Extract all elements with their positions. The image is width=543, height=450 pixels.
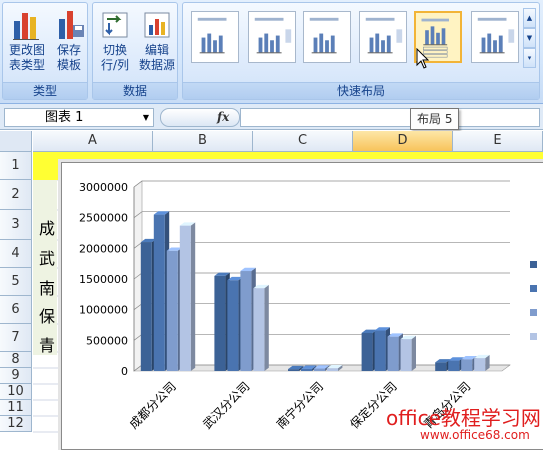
chart-layout-2[interactable] (248, 11, 296, 63)
y-tick-label: 2000000 (79, 242, 128, 255)
switch-row-column-button[interactable]: 切换 行/列 (93, 7, 137, 81)
group-data-label: 数据 (93, 82, 177, 99)
save-template-button[interactable]: 保存 模板 (47, 7, 91, 81)
layout-tooltip: 布局 5 (410, 108, 460, 130)
legend-key-4 (530, 333, 537, 340)
gallery-more-button[interactable]: ▾ (523, 48, 536, 68)
change-chart-type-label-1: 更改图 (8, 43, 45, 57)
cell-a-text-4: 保 (39, 307, 56, 326)
watermark-title: office教程学习网 (386, 406, 541, 430)
chart-layout-3[interactable] (303, 11, 351, 63)
y-tick-label: 2500000 (79, 212, 128, 225)
chart-layout-4[interactable] (359, 11, 407, 63)
select-data-icon (144, 12, 170, 38)
bar-5-4[interactable] (474, 354, 490, 371)
change-chart-type-icon (13, 13, 39, 40)
switch-row-column-icon (102, 12, 128, 38)
select-all-corner[interactable] (0, 131, 32, 152)
y-tick-label: 500000 (86, 334, 128, 347)
legend-key-1 (530, 261, 537, 268)
group-type: 更改图 表类型 保存 模板 类型 (2, 2, 88, 100)
ribbon: 更改图 表类型 保存 模板 类型 切换 行/列 编辑 数据源 数据 ▲ ▼ ▾ … (0, 0, 543, 104)
column-header-b[interactable]: B (153, 131, 253, 152)
row-header-12[interactable]: 12 (0, 416, 32, 432)
y-tick-label: 1000000 (79, 304, 128, 317)
x-tick-label: 武汉分公司 (200, 379, 252, 431)
column-header-e[interactable]: E (453, 131, 543, 152)
y-tick-label: 0 (121, 365, 128, 378)
chart-layout-6-icon (477, 17, 515, 54)
save-template-label-1: 保存 (56, 43, 81, 57)
cell-a-text-2: 武 (39, 249, 56, 268)
column-header-a[interactable]: A (33, 131, 153, 152)
cell-a-text-5: 青 (39, 336, 56, 355)
chart-layout-2-icon (254, 17, 292, 54)
gallery-up-button[interactable]: ▲ (523, 8, 536, 28)
chart-layout-1[interactable] (191, 11, 239, 63)
watermark-url: www.office68.com (420, 428, 530, 442)
select-data-button[interactable]: 编辑 数据源 (135, 7, 179, 81)
switch-row-column-label-1: 切换 (102, 43, 127, 57)
row-header-3[interactable]: 3 (0, 210, 32, 240)
chart-layout-1-icon (197, 17, 227, 54)
row-header-11[interactable]: 11 (0, 400, 32, 416)
formula-controls: fx (160, 108, 240, 127)
insert-function-icon[interactable]: fx (217, 109, 229, 126)
group-data: 切换 行/列 编辑 数据源 数据 (92, 2, 178, 100)
column-header-d[interactable]: D (353, 131, 453, 152)
column-header-c[interactable]: C (253, 131, 353, 152)
legend-key-3 (530, 309, 537, 316)
row-header-6[interactable]: 6 (0, 296, 32, 324)
name-box-dropdown-icon[interactable]: ▼ (139, 109, 153, 126)
formula-input[interactable] (240, 108, 540, 127)
chart-layout-4-icon (365, 17, 403, 54)
save-template-icon (59, 11, 84, 39)
save-template-label-2: 模板 (56, 58, 81, 72)
chart-layout-3-icon (309, 17, 339, 54)
cell-a-text-3: 南 (39, 279, 56, 298)
row-header-1[interactable]: 1 (0, 152, 32, 180)
mouse-cursor-icon (416, 48, 430, 69)
row-header-9[interactable]: 9 (0, 368, 32, 384)
x-tick-label: 南宁分公司 (273, 379, 326, 432)
y-tick-label: 3000000 (79, 181, 128, 194)
select-data-label-2: 数据源 (138, 58, 175, 72)
bar-2-4[interactable] (253, 284, 269, 371)
bar-4-4[interactable] (400, 335, 416, 371)
gallery-down-button[interactable]: ▼ (523, 28, 536, 48)
formula-bar: 图表 1 ▼ fx (0, 104, 543, 130)
group-type-label: 类型 (3, 82, 87, 99)
change-chart-type-button[interactable]: 更改图 表类型 (5, 7, 49, 81)
switch-row-column-label-2: 行/列 (100, 58, 130, 72)
x-tick-label: 成都分公司 (127, 379, 179, 431)
cell-a-text-1: 成 (39, 219, 56, 238)
row-header-10[interactable]: 10 (0, 384, 32, 400)
row-header-5[interactable]: 5 (0, 268, 32, 296)
group-quick-layout: ▲ ▼ ▾ 快速布局 (182, 2, 540, 100)
name-box[interactable]: 图表 1 ▼ (4, 108, 154, 127)
gallery-scroll: ▲ ▼ ▾ (523, 8, 536, 68)
bar-1-4[interactable] (179, 222, 196, 371)
name-box-value: 图表 1 (45, 110, 84, 125)
change-chart-type-label-2: 表类型 (8, 58, 45, 72)
layout-gallery (187, 8, 521, 68)
row-header-2[interactable]: 2 (0, 180, 32, 210)
y-tick-label: 1500000 (79, 273, 128, 286)
legend-key-2 (530, 285, 537, 292)
group-quick-layout-label: 快速布局 (183, 82, 539, 99)
row-header-7[interactable]: 7 (0, 324, 32, 352)
row-header-8[interactable]: 8 (0, 352, 32, 368)
chart-layout-6[interactable] (471, 11, 519, 63)
row-header-4[interactable]: 4 (0, 240, 32, 268)
select-data-label-1: 编辑 (144, 43, 169, 57)
